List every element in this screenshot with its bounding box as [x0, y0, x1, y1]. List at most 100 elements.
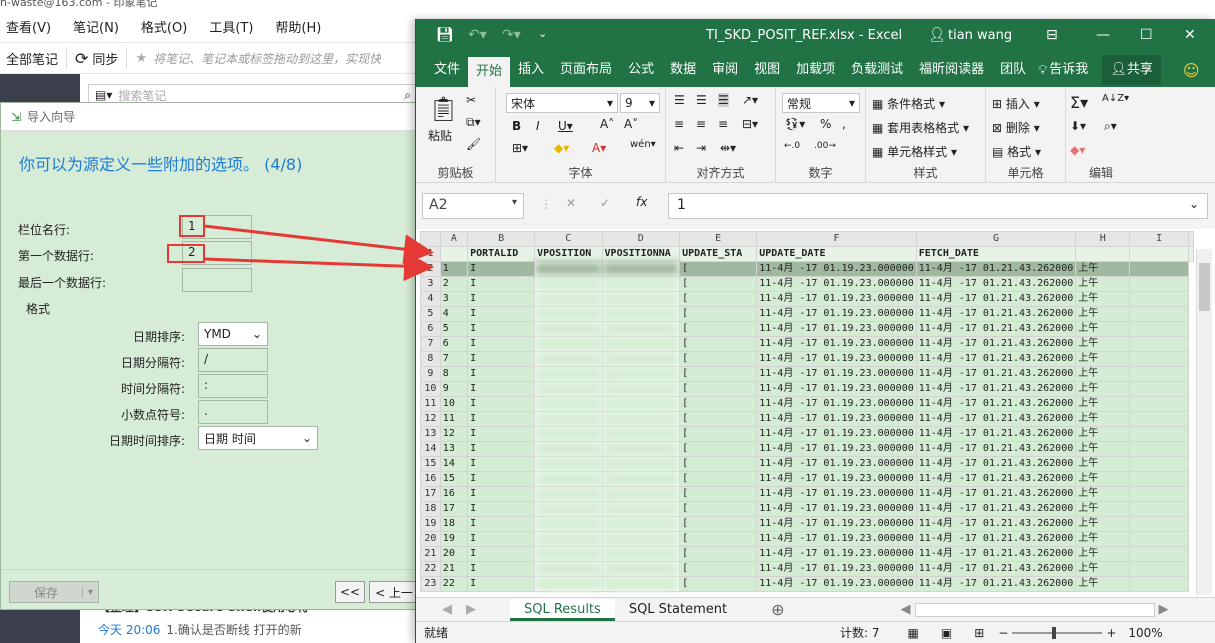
- column-header[interactable]: F: [756, 231, 917, 247]
- table-cell[interactable]: 上午: [1075, 306, 1131, 322]
- table-cell[interactable]: 上午: [1075, 411, 1131, 427]
- table-cell[interactable]: [1129, 486, 1189, 502]
- table-cell[interactable]: 11-4月 -17 01.21.43.262000: [915, 471, 1077, 487]
- table-cell[interactable]: 1: [439, 261, 469, 277]
- table-cell[interactable]: 19: [439, 531, 469, 547]
- table-cell[interactable]: [601, 546, 681, 562]
- table-cell[interactable]: [1129, 306, 1189, 322]
- scroll-thumb[interactable]: [1199, 263, 1210, 311]
- table-cell[interactable]: 上午: [1075, 456, 1131, 472]
- table-cell[interactable]: 11-4月 -17 01.21.43.262000: [915, 306, 1077, 322]
- table-cell[interactable]: [1129, 501, 1189, 517]
- all-notes-button[interactable]: 全部笔记: [6, 49, 58, 68]
- bold-icon[interactable]: B: [512, 119, 521, 133]
- table-cell[interactable]: [534, 546, 603, 562]
- table-cell[interactable]: 11-4月 -17 01.21.43.262000: [915, 441, 1077, 457]
- table-cell[interactable]: [1129, 246, 1189, 262]
- table-cell[interactable]: 11-4月 -17 01.21.43.262000: [915, 576, 1077, 592]
- table-cell[interactable]: [: [679, 261, 758, 277]
- column-header[interactable]: I: [1129, 231, 1189, 247]
- table-cell[interactable]: 上午: [1075, 336, 1131, 352]
- table-cell[interactable]: 11-4月 -17 01.21.43.262000: [915, 501, 1077, 517]
- table-cell[interactable]: I: [467, 426, 536, 442]
- ribbon-display-icon[interactable]: ⊟: [1046, 27, 1058, 43]
- table-cell[interactable]: [1129, 531, 1189, 547]
- table-cell[interactable]: 14: [439, 456, 469, 472]
- table-cell[interactable]: 11-4月 -17 01.21.43.262000: [915, 516, 1077, 532]
- table-cell[interactable]: [601, 336, 681, 352]
- row-header[interactable]: 21: [420, 546, 441, 562]
- table-cell[interactable]: [534, 291, 603, 307]
- table-cell[interactable]: [534, 456, 603, 472]
- table-cell[interactable]: 11-4月 -17 01.21.43.262000: [915, 531, 1077, 547]
- table-cell[interactable]: [: [679, 306, 758, 322]
- table-cell[interactable]: 11-4月 -17 01.21.43.262000: [915, 561, 1077, 577]
- table-cell[interactable]: [601, 486, 681, 502]
- table-cell[interactable]: I: [467, 501, 536, 517]
- table-cell[interactable]: 上午: [1075, 366, 1131, 382]
- table-cell[interactable]: 21: [439, 561, 469, 577]
- zoom-out-icon[interactable]: −: [998, 626, 1008, 640]
- table-cell[interactable]: [601, 381, 681, 397]
- table-cell[interactable]: 11-4月 -17 01.19.23.000000: [756, 291, 917, 307]
- table-cell[interactable]: [: [679, 411, 758, 427]
- table-cell[interactable]: [1075, 246, 1131, 262]
- table-cell[interactable]: [601, 261, 681, 277]
- table-cell[interactable]: 11-4月 -17 01.21.43.262000: [915, 351, 1077, 367]
- paste-icon[interactable]: 📋︎: [428, 95, 458, 123]
- table-cell[interactable]: [534, 516, 603, 532]
- minimize-icon[interactable]: —: [1096, 27, 1110, 43]
- date-separator-input[interactable]: /: [198, 348, 268, 372]
- tab-addins[interactable]: 加载项: [788, 55, 843, 85]
- table-cell[interactable]: [534, 576, 603, 592]
- zoom-slider-handle[interactable]: [1052, 626, 1057, 639]
- table-cell[interactable]: [: [679, 456, 758, 472]
- table-cell[interactable]: [439, 246, 469, 262]
- maximize-icon[interactable]: ☐: [1140, 27, 1153, 43]
- table-cell[interactable]: I: [467, 321, 536, 337]
- table-cell[interactable]: [: [679, 531, 758, 547]
- table-cell[interactable]: I: [467, 411, 536, 427]
- table-cell[interactable]: I: [467, 291, 536, 307]
- table-cell[interactable]: [: [679, 576, 758, 592]
- table-cell[interactable]: [534, 261, 603, 277]
- table-cell[interactable]: 11-4月 -17 01.21.43.262000: [915, 336, 1077, 352]
- table-cell[interactable]: [1129, 336, 1189, 352]
- table-cell[interactable]: [601, 396, 681, 412]
- table-cell[interactable]: 11-4月 -17 01.19.23.000000: [756, 366, 917, 382]
- format-painter-icon[interactable]: 🖌︎: [466, 137, 481, 151]
- table-cell[interactable]: I: [467, 441, 536, 457]
- first-page-button[interactable]: <<: [335, 581, 365, 603]
- table-cell[interactable]: I: [467, 396, 536, 412]
- tab-data[interactable]: 数据: [662, 55, 704, 85]
- chevron-down-icon[interactable]: ⌄: [1189, 197, 1199, 215]
- row-header[interactable]: 15: [420, 456, 441, 472]
- row-header[interactable]: 3: [420, 276, 441, 292]
- hscroll-right-icon[interactable]: ▶: [1159, 602, 1169, 617]
- table-cell[interactable]: I: [467, 261, 536, 277]
- row-header[interactable]: 20: [420, 531, 441, 547]
- list-view-icon[interactable]: ▤▾: [89, 88, 118, 102]
- table-cell[interactable]: [534, 366, 603, 382]
- row-header[interactable]: 5: [420, 306, 441, 322]
- sort-filter-icon[interactable]: A↓Z▾: [1102, 93, 1129, 104]
- table-cell[interactable]: [: [679, 396, 758, 412]
- format-as-table-button[interactable]: ▦ 套用表格格式 ▾: [872, 119, 969, 136]
- table-cell[interactable]: 11-4月 -17 01.19.23.000000: [756, 441, 917, 457]
- clear-icon[interactable]: ◆▾: [1070, 143, 1085, 157]
- table-cell[interactable]: [534, 501, 603, 517]
- table-cell[interactable]: 13: [439, 441, 469, 457]
- name-box[interactable]: A2 ▾: [422, 193, 524, 219]
- save-button[interactable]: 保存 ▾: [9, 581, 99, 603]
- table-cell[interactable]: 上午: [1075, 321, 1131, 337]
- decrease-indent-icon[interactable]: ⇤: [674, 141, 684, 155]
- table-cell[interactable]: [: [679, 516, 758, 532]
- column-header[interactable]: D: [601, 231, 681, 247]
- table-cell[interactable]: 上午: [1075, 471, 1131, 487]
- table-cell[interactable]: [601, 561, 681, 577]
- table-cell[interactable]: 11-4月 -17 01.19.23.000000: [756, 501, 917, 517]
- table-cell[interactable]: 11-4月 -17 01.19.23.000000: [756, 321, 917, 337]
- table-cell[interactable]: [: [679, 381, 758, 397]
- merge-center-icon[interactable]: ⇹▾: [720, 141, 736, 155]
- page-break-view-icon[interactable]: ⊞: [974, 626, 984, 640]
